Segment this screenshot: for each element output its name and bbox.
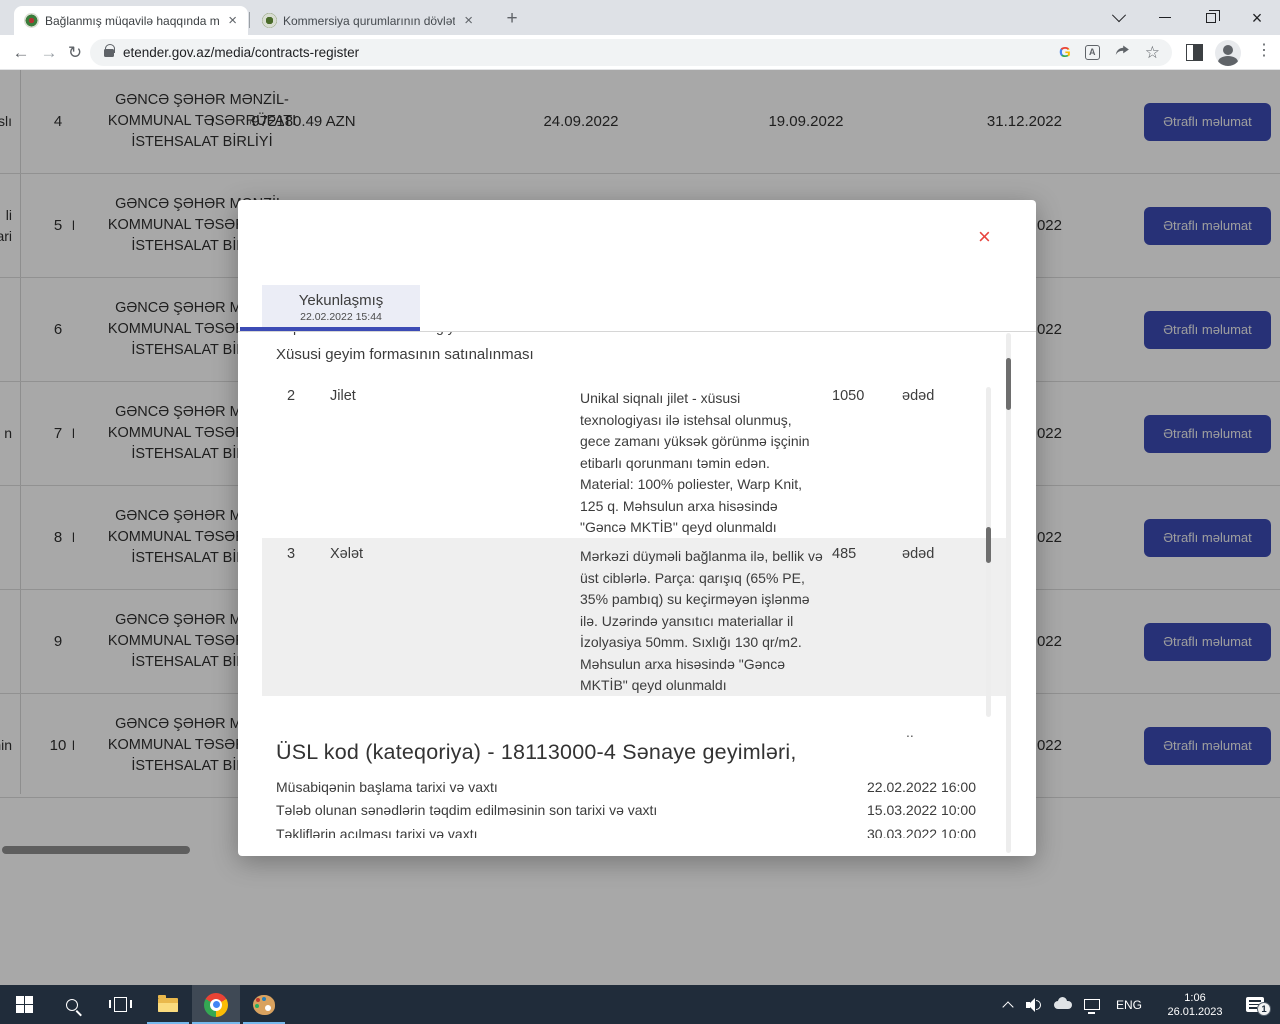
screen: Bağlanmış müqavilə haqqında mə × Kommers… bbox=[0, 0, 1280, 1024]
tab-close-icon[interactable]: × bbox=[461, 12, 476, 29]
item-unit: ədəd bbox=[902, 388, 934, 404]
folder-icon bbox=[158, 998, 178, 1012]
item-description: Unikal siqnalı jilet - xüsusi texnologiy… bbox=[580, 388, 823, 539]
file-explorer-button[interactable] bbox=[144, 985, 192, 1024]
info-value: 15.03.2022 10:00 bbox=[867, 802, 976, 818]
window-close-button[interactable]: × bbox=[1234, 0, 1280, 35]
lock-icon bbox=[104, 49, 114, 57]
tab-title: Bağlanmış müqavilə haqqında mə bbox=[45, 14, 219, 28]
tab-favicon bbox=[262, 13, 277, 28]
tab-search-button[interactable] bbox=[1096, 0, 1142, 35]
clipped-scrolled-line: p g y bbox=[238, 332, 968, 339]
start-button[interactable] bbox=[0, 985, 48, 1024]
items-scrollbar-thumb[interactable] bbox=[986, 527, 991, 563]
windows-logo-icon bbox=[16, 996, 33, 1013]
tab-title: Kommersiya qurumlarının dövlət bbox=[283, 14, 455, 28]
info-label: Müsabiqənin başlama tarixi və vaxtı bbox=[276, 779, 498, 795]
tab-close-icon[interactable]: × bbox=[225, 12, 240, 29]
search-icon bbox=[66, 999, 78, 1011]
forward-button[interactable]: → bbox=[36, 40, 62, 66]
item-quantity: 485 bbox=[832, 546, 856, 562]
modal-scrollbar[interactable] bbox=[1006, 333, 1011, 853]
info-label: Tələb olunan sənədlərin təqdim edilməsin… bbox=[276, 802, 657, 818]
items-scrollbar[interactable] bbox=[986, 387, 991, 717]
url-text[interactable]: etender.gov.az/media/contracts-register bbox=[123, 45, 359, 60]
paint-taskbar-button[interactable] bbox=[240, 985, 288, 1024]
info-value: 22.02.2022 16:00 bbox=[867, 779, 976, 795]
tab-date: 22.02.2022 15:44 bbox=[262, 311, 420, 323]
info-value: 30.03.2022 10:00 bbox=[867, 826, 976, 838]
taskbar-search-button[interactable] bbox=[48, 985, 96, 1024]
volume-icon[interactable] bbox=[1026, 998, 1042, 1012]
clock[interactable]: 1:06 26.01.2023 bbox=[1162, 991, 1228, 1019]
bookmark-star-icon[interactable]: ☆ bbox=[1145, 43, 1160, 63]
reload-button[interactable]: ↻ bbox=[62, 40, 88, 66]
restore-icon bbox=[1206, 13, 1216, 23]
side-panel-icon[interactable] bbox=[1186, 44, 1203, 61]
share-icon[interactable] bbox=[1114, 42, 1131, 64]
notification-badge: 1 bbox=[1257, 1002, 1271, 1016]
item-name: Xələt bbox=[330, 546, 363, 562]
system-tray: ENG 1:06 26.01.2023 1 bbox=[996, 985, 1280, 1024]
info-label: Təkliflərin açılması tarixi və vaxtı bbox=[276, 826, 478, 838]
paint-icon bbox=[253, 995, 275, 1015]
section-title: Xüsusi geyim formasının satınalınması bbox=[276, 346, 534, 363]
clipped-next-row: .. bbox=[906, 724, 914, 740]
tab-favicon bbox=[24, 13, 39, 28]
page-content: slı 4 l GƏNCƏ ŞƏHƏR MƏNZİL- KOMMUNAL TƏS… bbox=[0, 70, 1280, 985]
browser-tab-inactive[interactable]: Kommersiya qurumlarının dövlət × bbox=[252, 6, 484, 35]
items-list: 2 Jilet Unikal siqnalı jilet - xüsusi te… bbox=[238, 380, 1008, 696]
window-restore-button[interactable] bbox=[1188, 0, 1234, 35]
modal-scrollbar-thumb[interactable] bbox=[1006, 358, 1011, 410]
browser-tab-active[interactable]: Bağlanmış müqavilə haqqında mə × bbox=[14, 6, 248, 35]
chrome-taskbar-button[interactable] bbox=[192, 985, 240, 1024]
task-view-button[interactable] bbox=[96, 985, 144, 1024]
network-icon[interactable] bbox=[1084, 999, 1100, 1010]
date: 26.01.2023 bbox=[1162, 1005, 1228, 1019]
onedrive-icon[interactable] bbox=[1054, 1001, 1072, 1009]
task-view-icon bbox=[114, 997, 127, 1012]
address-bar[interactable]: etender.gov.az/media/contracts-register … bbox=[90, 39, 1172, 66]
chevron-down-icon bbox=[1112, 8, 1126, 22]
browser-menu-icon[interactable]: ⋮ bbox=[1256, 40, 1272, 60]
modal-close-button[interactable]: × bbox=[978, 226, 991, 248]
tab-yekunlasmis[interactable]: Yekunlaşmış 22.02.2022 15:44 bbox=[262, 285, 420, 331]
minimize-icon bbox=[1159, 17, 1171, 19]
tab-divider bbox=[249, 12, 250, 28]
browser-toolbar: ← → ↻ etender.gov.az/media/contracts-reg… bbox=[0, 35, 1280, 70]
item-unit: ədəd bbox=[902, 546, 934, 562]
item-number: 2 bbox=[287, 388, 295, 404]
tray-expand-icon[interactable] bbox=[1002, 1001, 1013, 1012]
info-row: Müsabiqənin başlama tarixi və vaxtı 22.0… bbox=[276, 779, 976, 795]
item-name: Jilet bbox=[330, 388, 356, 404]
item-number: 3 bbox=[287, 546, 295, 562]
tab-label: Yekunlaşmış bbox=[262, 292, 420, 309]
browser-tabstrip: Bağlanmış müqavilə haqqında mə × Kommers… bbox=[0, 0, 1280, 35]
category-heading: ÜSL kod (kateqoriya) - 18113000-4 Sənaye… bbox=[276, 740, 797, 765]
windows-taskbar: ENG 1:06 26.01.2023 1 bbox=[0, 985, 1280, 1024]
new-tab-button[interactable]: + bbox=[500, 8, 524, 30]
item-row: 3 Xələt Mərkəzi düyməli bağlanma ilə, be… bbox=[262, 538, 1006, 696]
google-icon[interactable]: G bbox=[1059, 44, 1071, 61]
info-row: Tələb olunan sənədlərin təqdim edilməsin… bbox=[276, 802, 976, 818]
translate-icon[interactable]: A bbox=[1085, 45, 1100, 60]
modal-scroll-area[interactable]: p g y Xüsusi geyim formasının satınalınm… bbox=[238, 332, 1036, 838]
item-row: 2 Jilet Unikal siqnalı jilet - xüsusi te… bbox=[262, 380, 1006, 538]
window-minimize-button[interactable] bbox=[1142, 0, 1188, 35]
tender-details-modal: × Yekunlaşmış 22.02.2022 15:44 p g y Xüs… bbox=[238, 200, 1036, 856]
item-description: Mərkəzi düyməli bağlanma ilə, bellik və … bbox=[580, 546, 823, 697]
language-indicator[interactable]: ENG bbox=[1116, 998, 1142, 1012]
info-row-clipped: Təkliflərin açılması tarixi və vaxtı 30.… bbox=[276, 826, 976, 838]
time: 1:06 bbox=[1162, 991, 1228, 1005]
profile-avatar[interactable] bbox=[1215, 40, 1241, 66]
item-quantity: 1050 bbox=[832, 388, 864, 404]
notification-center-button[interactable]: 1 bbox=[1246, 997, 1264, 1012]
chrome-icon bbox=[204, 993, 228, 1017]
back-button[interactable]: ← bbox=[8, 40, 34, 66]
